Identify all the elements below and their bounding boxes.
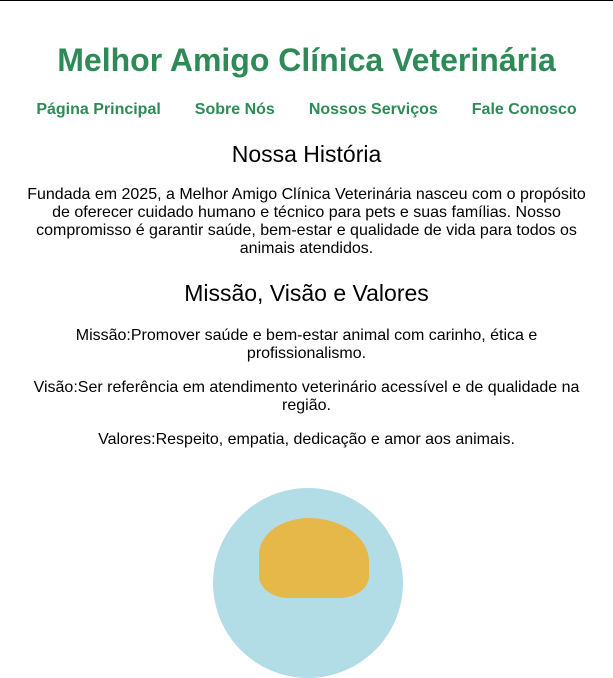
nav-link-about[interactable]: Sobre Nós	[195, 100, 275, 119]
history-text: Fundada em 2025, a Melhor Amigo Clínica …	[27, 186, 586, 257]
site-title: Melhor Amigo Clínica Veterinária	[57, 42, 556, 78]
mvv-heading: Missão, Visão e Valores	[184, 280, 429, 306]
history-heading: Nossa História	[231, 141, 382, 167]
nav-link-services[interactable]: Nossos Serviços	[309, 100, 438, 119]
values-text: Valores:Respeito, empatia, dedicação e a…	[98, 431, 515, 448]
nav-link-home[interactable]: Página Principal	[36, 100, 160, 119]
mission-text: Missão:Promover saúde e bem-estar animal…	[75, 327, 538, 362]
vision-text: Visão:Ser referência em atendimento vete…	[33, 379, 580, 414]
top-border	[0, 0, 613, 1]
pet-image	[213, 488, 403, 678]
nav-link-contact[interactable]: Fale Conosco	[472, 100, 577, 119]
pet-fur	[259, 518, 369, 598]
main-nav: Página Principal Sobre Nós Nossos Serviç…	[0, 100, 613, 119]
